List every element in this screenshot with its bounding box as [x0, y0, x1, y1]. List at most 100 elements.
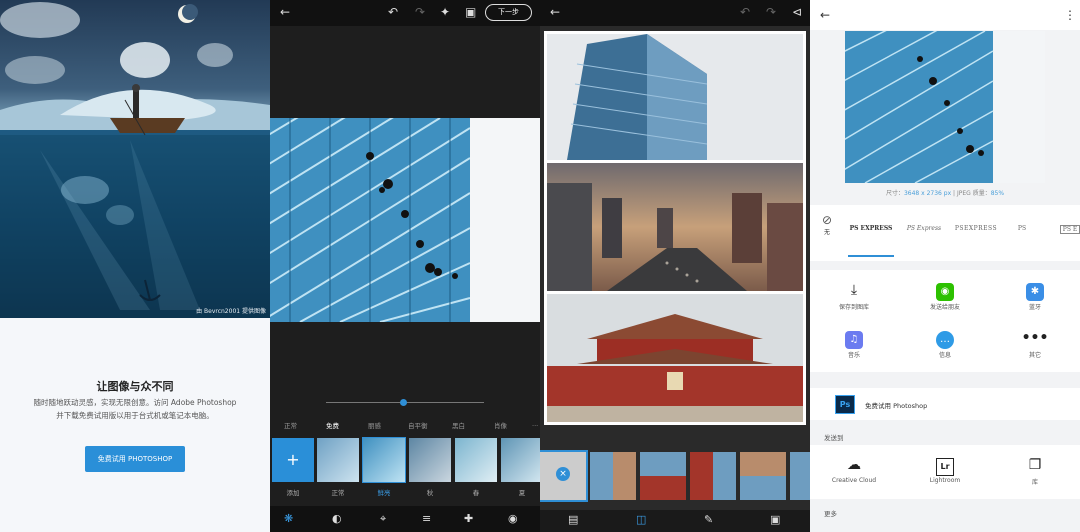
music-button[interactable]: ♫ 音乐	[819, 328, 889, 359]
collage-cell-city[interactable]	[547, 163, 803, 291]
quality-label: | JPEG 质量：	[951, 190, 991, 197]
undo-icon[interactable]: ↶	[388, 5, 398, 19]
grid-icon[interactable]: ◫	[636, 513, 646, 527]
download-icon: ⤓	[850, 282, 858, 298]
layout-thumbnail-strip: ×	[540, 450, 810, 502]
screenshot-collage: 由 Bevrcn2001 提供图像 让图像与众不同 随时随地跃动灵感，实现无限创…	[0, 0, 1080, 532]
layout-thumb[interactable]	[640, 452, 686, 500]
app-label: 库	[1031, 479, 1038, 486]
add-label: 添加	[286, 489, 300, 497]
skyscraper-preview	[845, 31, 1045, 183]
collage-cell-tower[interactable]	[547, 34, 803, 160]
tab-charm[interactable]: 丽感	[368, 420, 381, 430]
creative-cloud-button[interactable]: ☁ Creative Cloud	[819, 455, 889, 484]
share-top-bar: ← ⋮	[810, 0, 1080, 30]
share-label: 保存到图库	[838, 304, 869, 311]
photoshop-trial-label: 免费试用 Photoshop	[865, 402, 928, 410]
redo-icon[interactable]: ↷	[766, 5, 776, 19]
pen-icon[interactable]: ✎	[704, 513, 713, 527]
adjust-icon[interactable]: ◐	[332, 512, 342, 526]
promo-description: 随时随地跃动灵感，实现无限创意。访问 Adobe Photoshop 并下载免费…	[10, 396, 260, 422]
redo-icon[interactable]: ↷	[415, 5, 425, 19]
send-to-apps: ☁ Creative Cloud Lr Lightroom ❐ 库	[810, 445, 1080, 499]
no-watermark-icon: ⊘	[821, 213, 833, 227]
bluetooth-button[interactable]: ✱ 蓝牙	[1000, 280, 1070, 311]
lightroom-button[interactable]: Lr Lightroom	[910, 455, 980, 484]
watermark-option[interactable]: PS	[1008, 225, 1036, 232]
heal-icon[interactable]: ✚	[464, 512, 473, 526]
filter-thumb-normal[interactable]	[317, 438, 359, 482]
tab-normal[interactable]: 正常	[284, 420, 297, 430]
next-button[interactable]: 下一步	[485, 4, 532, 21]
photoshop-trial-row[interactable]: Ps 免费试用 Photoshop	[810, 388, 1080, 420]
tab-auto-balance[interactable]: 自平衡	[408, 420, 428, 430]
filter-category-tabs: 正常 免费 丽感 自平衡 黑白 肖像 ...	[270, 420, 540, 434]
back-arrow-icon[interactable]: ←	[550, 5, 560, 19]
share-label: 蓝牙	[1028, 304, 1041, 311]
filter-thumb-spring[interactable]	[455, 438, 497, 482]
layout-thumb[interactable]	[790, 452, 810, 500]
watermark-selector: ⊘ 无 PS EXPRESS PS Express PSEXPRESS PS P…	[810, 205, 1080, 261]
quality-value: 85%	[990, 190, 1005, 197]
filter-thumb-summer[interactable]	[501, 438, 540, 482]
save-to-gallery-button[interactable]: ⤓ 保存到图库	[819, 280, 889, 311]
tab-black-white[interactable]: 黑白	[452, 420, 465, 430]
share-preview-image	[845, 31, 1045, 183]
library-button[interactable]: ❐ 库	[1000, 455, 1070, 486]
watermark-option[interactable]: PS EXPRESS	[848, 225, 894, 232]
layout-thumb[interactable]	[690, 452, 736, 500]
photo-collage	[544, 31, 806, 425]
message-icon: …	[910, 328, 980, 349]
add-filter-button[interactable]: +	[272, 438, 314, 482]
watermark-option[interactable]: PS Express	[902, 225, 946, 232]
watermark-option[interactable]: PSEXPRESS	[954, 225, 998, 232]
watermark-option[interactable]: PS E	[1060, 225, 1080, 234]
message-button[interactable]: … 信息	[910, 328, 980, 359]
tab-portrait[interactable]: 肖像	[494, 420, 507, 430]
free-trial-button[interactable]: 免费试用 PHOTOSHOP	[85, 446, 185, 472]
size-label: 尺寸：	[885, 190, 904, 197]
eye-icon[interactable]: ◉	[508, 512, 518, 526]
layout-icon[interactable]: ▤	[568, 513, 578, 527]
crop-icon[interactable]: ⌖	[380, 512, 386, 526]
share-label: 信息	[938, 352, 951, 359]
bluetooth-icon: ✱	[1000, 280, 1070, 301]
thumb-label: 夏	[518, 489, 526, 497]
more-icon: •••	[1021, 330, 1049, 346]
promo-desc-line: 随时随地跃动灵感，实现无限创意。访问 Adobe Photoshop	[33, 398, 237, 407]
surreal-ocean-artwork: 由 Bevrcn2001 提供图像	[0, 0, 270, 318]
layout-thumb[interactable]	[590, 452, 636, 500]
watermark-none[interactable]: ⊘ 无	[816, 213, 838, 236]
size-value: 3648 x 2736 px	[903, 190, 952, 197]
close-icon[interactable]: ×	[556, 467, 570, 481]
overflow-menu-icon[interactable]: ⋮	[1064, 8, 1076, 22]
intensity-slider-knob[interactable]	[400, 399, 407, 406]
send-to-friend-button[interactable]: ◉ 发送给朋友	[910, 280, 980, 311]
other-share-button[interactable]: ••• 其它	[1000, 328, 1070, 359]
promo-desc-line: 并下载免费试用版以用于台式机或笔记本电脑。	[56, 411, 214, 420]
image-size-info: 尺寸：3648 x 2736 px | JPEG 质量：85%	[810, 188, 1080, 197]
tiananmen-image	[547, 294, 803, 422]
share-label: 其它	[1028, 352, 1041, 359]
collage-screen: ← ↶ ↷ ⊲ × ▤ ◫ ✎ ▣	[540, 0, 810, 532]
back-arrow-icon[interactable]: ←	[280, 5, 290, 19]
collage-cell-gate[interactable]	[547, 294, 803, 422]
more-heading: 更多	[824, 510, 837, 518]
share-icon[interactable]: ⊲	[792, 5, 802, 19]
tab-more[interactable]: ...	[532, 420, 538, 428]
magic-wand-icon[interactable]: ✦	[440, 5, 450, 19]
sliders-icon[interactable]: ≡	[422, 512, 431, 526]
layout-thumb[interactable]	[740, 452, 786, 500]
looks-icon[interactable]: ❋	[284, 512, 293, 526]
tab-free[interactable]: 免费	[326, 420, 339, 430]
back-arrow-icon[interactable]: ←	[820, 8, 830, 22]
promo-screen: 由 Bevrcn2001 提供图像 让图像与众不同 随时随地跃动灵感，实现无限创…	[0, 0, 270, 532]
frame-icon[interactable]: ▣	[770, 513, 780, 527]
compare-icon[interactable]: ▣	[465, 5, 476, 19]
editor-screen: ← ↶ ↷ ✦ ▣ 下一步 正常 免费 丽感 自平衡 黑白 肖像 ... + 添…	[270, 0, 540, 532]
undo-icon[interactable]: ↶	[740, 5, 750, 19]
editor-bottom-toolbar: ❋ ◐ ⌖ ≡ ✚ ◉	[270, 506, 540, 532]
filter-thumb-vivid[interactable]	[362, 437, 406, 483]
filter-thumb-autumn[interactable]	[409, 438, 451, 482]
share-targets: ⤓ 保存到图库 ◉ 发送给朋友 ✱ 蓝牙 ♫ 音乐 … 信息 ••• 其它	[810, 270, 1080, 372]
